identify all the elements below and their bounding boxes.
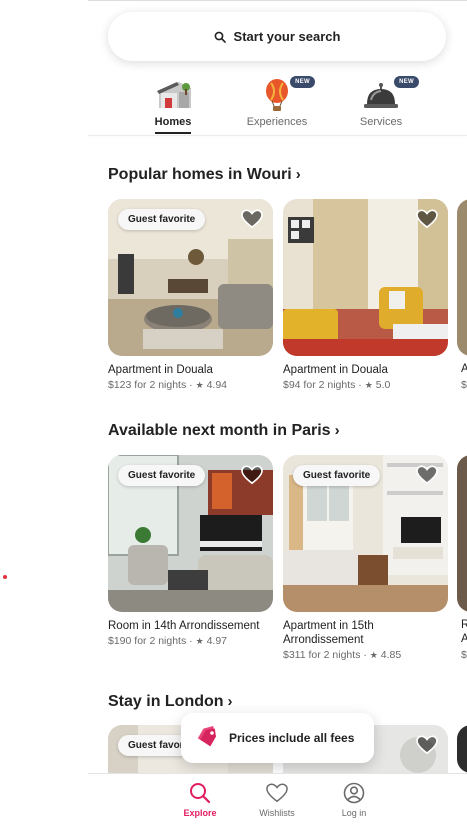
heart-icon[interactable] bbox=[416, 209, 438, 229]
guest-favorite-badge: Guest favorite bbox=[293, 465, 381, 486]
tab-experiences-label: Experiences bbox=[246, 116, 308, 128]
nav-explore[interactable]: Explore bbox=[170, 782, 230, 818]
heart-icon[interactable] bbox=[241, 209, 263, 229]
guest-favorite-badge: Guest favorite bbox=[118, 209, 206, 230]
search-bar[interactable]: Start your search bbox=[108, 12, 446, 61]
chevron-right-icon: › bbox=[334, 422, 340, 439]
active-tab-underline bbox=[155, 132, 191, 134]
listing-card[interactable]: Guest favorite Apartment in Douala $123 … bbox=[108, 199, 273, 391]
tab-services[interactable]: NEW Services bbox=[336, 76, 426, 134]
listing-rating: 5.0 bbox=[375, 379, 391, 391]
house-icon bbox=[153, 78, 193, 112]
price-tag-icon bbox=[197, 726, 216, 747]
listing-meta: $190 for 2 nights · ★ 4.97 bbox=[108, 635, 228, 647]
tab-experiences[interactable]: NEW Experiences bbox=[232, 76, 322, 134]
star-icon: ★ bbox=[195, 380, 204, 390]
listing-photo[interactable] bbox=[283, 199, 448, 356]
guest-favorite-badge: Guest favorite bbox=[118, 465, 206, 486]
heart-icon[interactable] bbox=[416, 735, 438, 755]
prices-toast[interactable]: Prices include all fees bbox=[181, 713, 374, 763]
section-title-text: Stay in London bbox=[108, 693, 224, 710]
peek-meta: $ bbox=[461, 649, 467, 661]
nav-login[interactable]: Log in bbox=[324, 782, 384, 818]
listing-title: Apartment in Douala bbox=[108, 364, 213, 376]
listing-card[interactable]: Apartment in Douala $94 for 2 nights · ★… bbox=[283, 199, 448, 391]
heart-outline-icon bbox=[266, 783, 288, 803]
peek-title: R bbox=[461, 619, 467, 631]
tab-services-label: Services bbox=[359, 116, 403, 128]
listing-meta: $311 for 2 nights · ★ 4.85 bbox=[283, 649, 402, 661]
listing-card[interactable]: Guest favorite Apartment in 15th Arrondi… bbox=[283, 455, 448, 661]
listing-card[interactable]: Guest favorite Room in 14th Arrondisseme… bbox=[108, 455, 273, 647]
nav-login-label: Log in bbox=[341, 808, 367, 818]
listing-title: Room in 14th Arrondissement bbox=[108, 620, 260, 632]
listing-price: $123 for 2 nights bbox=[108, 379, 187, 391]
bottom-nav: Explore Wishlists Log in bbox=[88, 773, 467, 829]
section-title[interactable]: Available next month in Paris › bbox=[108, 422, 340, 440]
listing-rating: 4.94 bbox=[206, 379, 228, 391]
section-title-text: Popular homes in Wouri bbox=[108, 166, 292, 183]
top-divider bbox=[88, 0, 467, 1]
chevron-right-icon: › bbox=[227, 693, 233, 710]
listing-photo[interactable]: Guest favorite bbox=[108, 455, 273, 612]
pointer-dot bbox=[3, 575, 7, 579]
app-window: Start your search Homes NEW Experiences … bbox=[88, 0, 467, 829]
heart-icon[interactable] bbox=[241, 465, 263, 485]
peek-title-line2: A bbox=[461, 633, 467, 645]
listing-rating: 4.85 bbox=[380, 649, 402, 661]
section-title[interactable]: Stay in London › bbox=[108, 693, 233, 711]
listing-price: $311 for 2 nights bbox=[283, 649, 361, 661]
section-title-text: Available next month in Paris bbox=[108, 422, 331, 439]
listing-title: Apartment in Douala bbox=[283, 364, 388, 376]
search-icon bbox=[214, 31, 226, 43]
service-bell-icon: NEW bbox=[361, 76, 419, 112]
heart-icon[interactable] bbox=[416, 465, 438, 485]
search-icon bbox=[190, 783, 211, 804]
listing-meta: $123 for 2 nights · ★ 4.94 bbox=[108, 379, 228, 391]
nav-wishlists-label: Wishlists bbox=[259, 808, 295, 818]
star-icon: ★ bbox=[369, 650, 378, 660]
tab-homes[interactable]: Homes bbox=[128, 78, 218, 134]
left-gutter bbox=[0, 0, 88, 829]
listing-card-peek[interactable] bbox=[457, 455, 467, 612]
listing-price: $94 for 2 nights bbox=[283, 379, 356, 391]
listing-rating: 4.97 bbox=[206, 635, 228, 647]
star-icon: ★ bbox=[364, 380, 373, 390]
header-divider bbox=[88, 135, 467, 136]
new-badge: NEW bbox=[290, 76, 315, 88]
nav-explore-label: Explore bbox=[183, 808, 217, 818]
category-tabs: Homes NEW Experiences NEW Services bbox=[88, 76, 467, 134]
listing-price: $190 for 2 nights bbox=[108, 635, 187, 647]
toast-label: Prices include all fees bbox=[229, 731, 355, 745]
listing-title: Apartment in 15th Arrondissement bbox=[283, 620, 374, 646]
star-icon: ★ bbox=[195, 636, 204, 646]
new-badge: NEW bbox=[394, 76, 419, 88]
listing-photo[interactable]: Guest favorite bbox=[108, 199, 273, 356]
peek-meta: $ bbox=[461, 379, 467, 391]
listing-photo[interactable]: Guest favorite bbox=[283, 455, 448, 612]
search-label: Start your search bbox=[233, 29, 341, 44]
listing-meta: $94 for 2 nights · ★ 5.0 bbox=[283, 379, 391, 391]
user-circle-icon bbox=[343, 782, 365, 804]
tab-homes-label: Homes bbox=[154, 116, 192, 128]
hot-air-balloon-icon: NEW bbox=[257, 76, 315, 112]
nav-wishlists[interactable]: Wishlists bbox=[247, 782, 307, 818]
section-title[interactable]: Popular homes in Wouri › bbox=[108, 166, 301, 184]
chevron-right-icon: › bbox=[295, 166, 301, 183]
listing-card-peek[interactable] bbox=[457, 725, 467, 773]
peek-title: A bbox=[461, 363, 467, 375]
listing-card-peek[interactable] bbox=[457, 199, 467, 356]
